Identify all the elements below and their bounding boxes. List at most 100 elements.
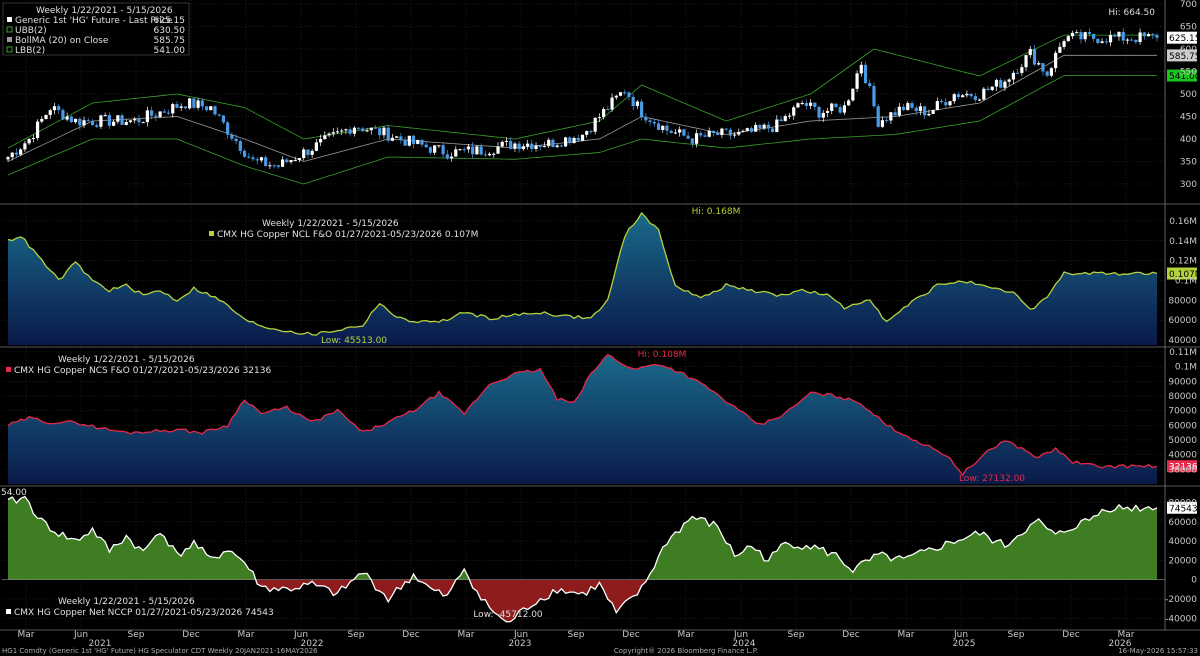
candle-body	[238, 141, 242, 151]
candle-body	[137, 118, 141, 123]
candle-body	[1146, 34, 1151, 37]
candle-body	[893, 112, 897, 116]
candle-body	[369, 127, 373, 131]
y-tick-label: 80000	[1168, 296, 1197, 306]
candle-body	[73, 118, 78, 123]
candle-body	[796, 103, 800, 108]
month-tick-label: Sep	[128, 630, 145, 640]
candle-body	[758, 124, 762, 129]
candle-body	[234, 138, 238, 142]
y-tick-label: 450	[1180, 113, 1197, 123]
candle-body	[872, 85, 876, 107]
candle-body	[952, 94, 956, 102]
candle-body	[876, 106, 880, 127]
candle-body	[340, 130, 344, 132]
candle-body	[27, 138, 31, 144]
y-tick-label: 50000	[1168, 436, 1197, 446]
ncl-legend-header: Weekly 1/22/2021 - 5/15/2026	[262, 219, 399, 229]
candle-body	[851, 88, 855, 101]
y-tick-label: 0.11M	[1169, 348, 1197, 358]
candle-body	[424, 144, 428, 148]
candle-body	[1121, 31, 1125, 41]
candle-body	[842, 105, 847, 113]
candle-body	[297, 158, 302, 160]
candle-body	[14, 152, 19, 155]
candle-body	[1100, 41, 1104, 43]
y-tick-label: 20000	[1168, 556, 1197, 566]
candle-body	[179, 106, 183, 108]
candle-body	[492, 153, 496, 155]
candle-body	[285, 159, 289, 163]
candle-body	[910, 103, 914, 108]
candle-body	[99, 115, 103, 127]
legend-last-price-name: Generic 1st 'HG' Future - Last Price	[15, 16, 173, 26]
candle-body	[399, 136, 403, 140]
candle-body	[969, 93, 973, 97]
candle-body	[226, 122, 230, 135]
y-tick-label: 550	[1180, 68, 1197, 78]
candle-body	[1151, 34, 1155, 36]
candle-body	[213, 106, 217, 115]
candle-body	[103, 115, 107, 117]
candle-body	[627, 92, 631, 97]
candle-body	[433, 145, 437, 153]
candle-body	[403, 139, 407, 146]
candle-body	[547, 139, 551, 147]
candle-body	[19, 149, 23, 155]
candle-body	[568, 137, 572, 144]
price-hi-label: Hi: 664.50	[1108, 8, 1155, 18]
candle-body	[1092, 33, 1096, 39]
candle-body	[361, 128, 365, 132]
candle-body	[572, 137, 576, 144]
candle-body	[458, 149, 462, 151]
y-tick-label: 700	[1180, 0, 1197, 10]
candle-body	[1075, 32, 1079, 34]
candle-body	[378, 128, 382, 136]
y-tick-label: 40000	[1168, 451, 1197, 461]
candle-body	[293, 159, 297, 161]
candle-body	[209, 106, 213, 111]
candle-body	[931, 110, 935, 114]
candle-body	[128, 120, 133, 123]
candle-body	[23, 143, 27, 150]
candle-body	[348, 129, 352, 134]
legend-bollma-value: 585.75	[154, 36, 186, 46]
candle-body	[542, 146, 547, 148]
candle-body	[914, 107, 918, 112]
candle-body	[986, 88, 990, 91]
candle-body	[631, 96, 635, 107]
candle-body	[944, 102, 948, 106]
month-tick-label: Dec	[622, 630, 639, 640]
candle-body	[648, 120, 652, 122]
candle-body	[78, 118, 82, 126]
candle-body	[107, 115, 111, 126]
y-tick-label: 300	[1180, 180, 1197, 190]
candle-body	[247, 156, 251, 158]
month-tick-label: Dec	[1062, 630, 1079, 640]
candle-body	[859, 64, 863, 74]
candle-body	[885, 120, 889, 122]
candle-body	[977, 99, 982, 101]
candle-body	[580, 134, 585, 141]
candle-body	[1054, 52, 1058, 69]
candle-body	[640, 101, 644, 118]
candle-body	[221, 115, 226, 123]
candle-body	[741, 130, 745, 132]
y-tick-label: 0.14M	[1169, 237, 1197, 247]
month-tick-label: Sep	[788, 630, 805, 640]
candle-body	[302, 149, 306, 159]
candle-body	[445, 154, 449, 159]
candle-body	[352, 127, 356, 134]
candle-body	[897, 106, 901, 116]
candle-body	[217, 114, 221, 116]
candle-body	[268, 165, 272, 167]
candle-body	[564, 137, 568, 147]
candle-body	[150, 110, 154, 116]
candle-body	[855, 73, 859, 89]
footer-left: HG1 Comdty (Generic 1st 'HG' Future) HG …	[2, 647, 318, 655]
candle-body	[555, 145, 559, 147]
candle-body	[10, 152, 14, 158]
candle-body	[1083, 32, 1087, 40]
candle-body	[504, 140, 509, 142]
candle-body	[449, 156, 454, 159]
